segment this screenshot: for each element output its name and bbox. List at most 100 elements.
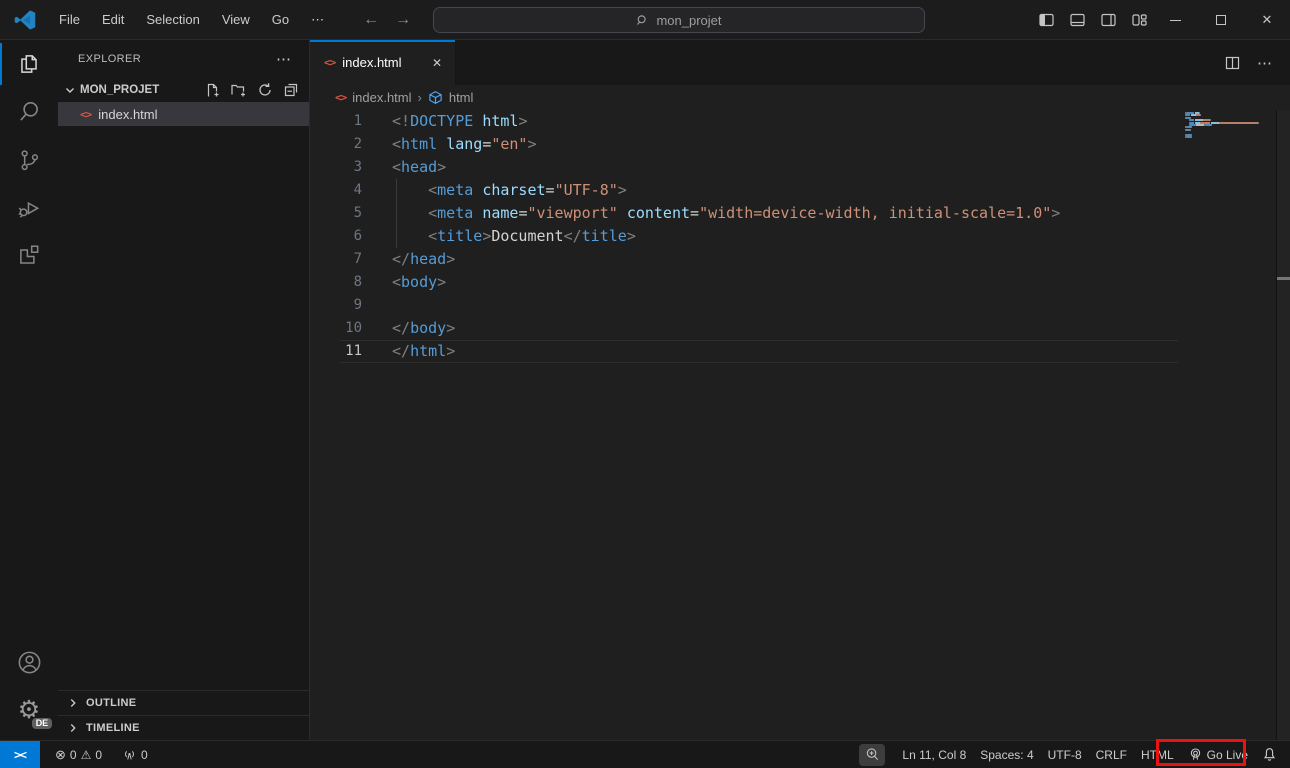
maximize-button[interactable]: [1198, 0, 1244, 40]
menu-file[interactable]: File: [48, 6, 91, 33]
activity-run-debug[interactable]: [0, 184, 58, 232]
explorer-sidebar: EXPLORER ⋯ MON_PROJET: [58, 40, 310, 740]
tab-label: index.html: [342, 55, 422, 70]
chevron-right-icon: [66, 721, 80, 735]
outline-label: OUTLINE: [86, 697, 136, 709]
scrollbar[interactable]: [1276, 110, 1290, 740]
profile-badge: DE: [32, 718, 53, 729]
file-item-index-html[interactable]: <> index.html: [58, 102, 309, 126]
bell-icon: [1262, 747, 1277, 762]
search-icon: [16, 99, 42, 125]
language-mode[interactable]: HTML: [1134, 741, 1181, 768]
title-bar: File Edit Selection View Go ⋯ ← → mon_pr…: [0, 0, 1290, 40]
files-icon: [16, 51, 42, 77]
code-editor[interactable]: 1<!DOCTYPE html>2<html lang="en">3<head>…: [310, 110, 1290, 740]
indentation-label: Spaces: 4: [980, 748, 1033, 762]
menu-more[interactable]: ⋯: [300, 6, 335, 34]
code-line[interactable]: 5 <meta name="viewport" content="width=d…: [310, 202, 1178, 225]
new-folder-icon[interactable]: [230, 82, 247, 98]
tab-close-icon[interactable]: ✕: [429, 55, 445, 71]
close-icon: ✕: [1262, 12, 1273, 28]
activity-source-control[interactable]: [0, 136, 58, 184]
outline-section[interactable]: OUTLINE: [58, 690, 309, 715]
cursor-position-label: Ln 11, Col 8: [902, 748, 966, 762]
activity-extensions[interactable]: [0, 232, 58, 280]
go-live-button[interactable]: Go Live: [1181, 741, 1255, 768]
menu-edit[interactable]: Edit: [91, 6, 135, 33]
explorer-more-actions-icon[interactable]: ⋯: [270, 48, 297, 70]
html-file-icon: <>: [324, 56, 335, 69]
remote-icon: ><: [14, 748, 26, 762]
tab-bar: <> index.html ✕ ⋯: [310, 40, 1290, 85]
code-line[interactable]: 8<body>: [310, 271, 1178, 294]
radio-tower-icon: [122, 748, 137, 762]
activity-settings[interactable]: ⚙ DE: [0, 686, 58, 734]
menu-selection[interactable]: Selection: [135, 6, 210, 33]
ports-count: 0: [141, 748, 148, 762]
forward-arrow-icon[interactable]: →: [395, 11, 411, 29]
eol-sequence[interactable]: CRLF: [1089, 741, 1134, 768]
breadcrumb-separator-icon: ›: [418, 90, 422, 105]
html-file-icon: <>: [335, 91, 346, 104]
go-live-label: Go Live: [1207, 748, 1248, 762]
warning-icon: ⚠: [81, 748, 92, 762]
tab-index-html[interactable]: <> index.html ✕: [310, 40, 456, 85]
new-file-icon[interactable]: [204, 82, 220, 98]
code-line[interactable]: 2<html lang="en">: [310, 133, 1178, 156]
menu-view[interactable]: View: [211, 6, 261, 33]
project-name: MON_PROJET: [80, 84, 204, 96]
timeline-section[interactable]: TIMELINE: [58, 715, 309, 740]
code-line[interactable]: 11</html>: [310, 340, 1178, 363]
editor-more-actions-icon[interactable]: ⋯: [1257, 54, 1272, 72]
symbol-cube-icon: [428, 90, 443, 105]
problems-status[interactable]: ⊗ 0 ⚠ 0: [48, 741, 109, 768]
activity-account[interactable]: [0, 638, 58, 686]
minimap[interactable]: [1185, 112, 1275, 138]
chevron-right-icon: [66, 696, 80, 710]
activity-explorer[interactable]: [0, 40, 58, 88]
split-editor-icon[interactable]: [1224, 55, 1241, 71]
activity-search[interactable]: [0, 88, 58, 136]
toggle-panel-icon[interactable]: [1069, 12, 1086, 28]
source-control-icon: [16, 147, 42, 173]
search-icon: [636, 14, 649, 27]
search-value: mon_projet: [656, 13, 721, 28]
chevron-down-icon: [62, 82, 78, 98]
warning-count: 0: [95, 748, 102, 762]
maximize-icon: [1216, 15, 1226, 25]
customize-layout-icon[interactable]: [1131, 12, 1148, 28]
code-line[interactable]: 6 <title>Document</title>: [310, 225, 1178, 248]
command-center-search[interactable]: mon_projet: [433, 7, 925, 33]
refresh-icon[interactable]: [257, 82, 273, 98]
back-arrow-icon[interactable]: ←: [363, 11, 379, 29]
notifications-button[interactable]: [1255, 741, 1284, 768]
code-line[interactable]: 1<!DOCTYPE html>: [310, 110, 1178, 133]
eol-label: CRLF: [1096, 748, 1127, 762]
ports-status[interactable]: 0: [115, 741, 155, 768]
zoom-indicator[interactable]: [859, 744, 885, 766]
account-icon: [16, 649, 43, 676]
indentation[interactable]: Spaces: 4: [973, 741, 1040, 768]
overview-ruler-cursor-marker: [1277, 277, 1290, 280]
code-line[interactable]: 10</body>: [310, 317, 1178, 340]
code-line[interactable]: 7</head>: [310, 248, 1178, 271]
code-line[interactable]: 3<head>: [310, 156, 1178, 179]
toggle-secondary-sidebar-icon[interactable]: [1100, 12, 1117, 28]
menu-go[interactable]: Go: [261, 6, 300, 33]
explorer-title: EXPLORER: [78, 53, 270, 65]
minimize-button[interactable]: [1152, 0, 1198, 40]
breadcrumb-symbol[interactable]: html: [449, 90, 474, 105]
code-line[interactable]: 4 <meta charset="UTF-8">: [310, 179, 1178, 202]
project-folder-row[interactable]: MON_PROJET: [58, 78, 309, 102]
minimize-icon: [1170, 20, 1181, 21]
remote-indicator[interactable]: ><: [0, 741, 40, 768]
collapse-all-icon[interactable]: [283, 82, 299, 98]
breadcrumb-file[interactable]: index.html: [352, 90, 411, 105]
status-bar: >< ⊗ 0 ⚠ 0 0 Ln 11, Col 8 Spaces: 4 UTF-…: [0, 740, 1290, 768]
language-label: HTML: [1141, 748, 1174, 762]
toggle-primary-sidebar-icon[interactable]: [1038, 12, 1055, 28]
cursor-position[interactable]: Ln 11, Col 8: [895, 741, 973, 768]
encoding[interactable]: UTF-8: [1041, 741, 1089, 768]
code-line[interactable]: 9: [310, 294, 1178, 317]
close-window-button[interactable]: ✕: [1244, 0, 1290, 40]
